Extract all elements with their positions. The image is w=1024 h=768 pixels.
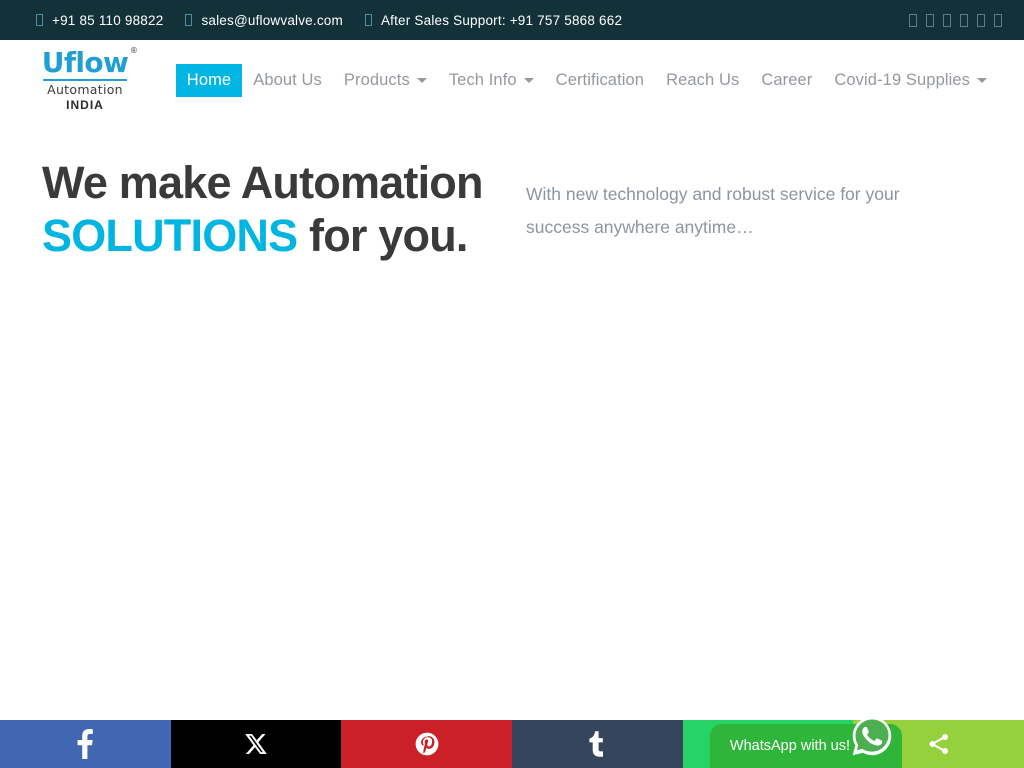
nav-item-certification-label: Certification: [555, 70, 645, 89]
share-button-pinterest[interactable]: [341, 720, 513, 768]
nav-item-products-label: Products: [343, 70, 410, 89]
nav-item-reach-us[interactable]: Reach Us: [655, 64, 750, 97]
hero-section: We make Automation SOLUTIONS for you. Wi…: [0, 120, 1024, 258]
facebook-icon: [77, 729, 94, 759]
hero-title: We make Automation SOLUTIONS for you.: [42, 160, 512, 258]
site-logo[interactable]: Uflow ® Automation INDIA: [41, 45, 138, 113]
whatsapp-chat-widget[interactable]: WhatsApp with us!: [709, 716, 902, 768]
share-button-tumblr[interactable]: [512, 720, 683, 768]
hero-title-accent: SOLUTIONS: [42, 210, 298, 261]
registered-trademark-icon: ®: [129, 45, 138, 55]
top-contact-bar: +91 85 110 98822 sales@uflowvalve.com Af…: [0, 0, 1024, 40]
headset-icon: [364, 14, 372, 26]
hero-subtitle: With new technology and robust service f…: [526, 184, 900, 238]
topbar-phone-text: +91 85 110 98822: [52, 12, 164, 28]
logo-subtitle: Automation: [47, 81, 123, 97]
hero-subtitle-block: With new technology and robust service f…: [512, 160, 984, 245]
nav-item-covid-19-supplies[interactable]: Covid-19 Supplies: [823, 64, 998, 97]
nav-item-tech-info[interactable]: Tech Info: [438, 64, 545, 97]
chevron-down-icon: [416, 77, 427, 83]
share-button-facebook[interactable]: [0, 720, 171, 768]
pinterest-icon[interactable]: [994, 13, 1002, 27]
linkedin-icon[interactable]: [943, 13, 951, 27]
instagram-icon[interactable]: [977, 13, 985, 27]
share-button-twitter-x[interactable]: [170, 720, 342, 768]
topbar-phone[interactable]: +91 85 110 98822: [36, 13, 163, 28]
topbar-after-sales-support[interactable]: After Sales Support: +91 757 5868 662: [364, 12, 623, 28]
hero-title-line2: SOLUTIONS for you.: [42, 213, 512, 258]
twitter-x-icon: [245, 734, 267, 754]
topbar-email[interactable]: sales@uflowvalve.com: [185, 13, 343, 28]
site-header: Uflow ® Automation INDIA Home About Us P…: [0, 40, 1024, 120]
main-navigation: Home About Us Products Tech Info Certifi…: [128, 63, 998, 97]
topbar-support-text: After Sales Support: +91 757 5868 662: [380, 12, 623, 28]
facebook-icon[interactable]: [909, 13, 917, 27]
nav-item-products[interactable]: Products: [333, 64, 438, 97]
share-icon: [929, 734, 948, 754]
logo-country: INDIA: [66, 98, 104, 113]
nav-item-about-us-label: About Us: [253, 70, 322, 89]
nav-item-certification[interactable]: Certification: [545, 64, 655, 97]
nav-item-home[interactable]: Home: [175, 63, 243, 97]
logo-wordmark: Uflow ®: [41, 45, 138, 79]
nav-item-reach-us-label: Reach Us: [666, 70, 740, 89]
envelope-icon: [185, 14, 193, 26]
youtube-icon[interactable]: [960, 13, 968, 27]
twitter-icon[interactable]: [926, 13, 934, 27]
hero-heading-block: We make Automation SOLUTIONS for you.: [42, 160, 512, 258]
hero-title-line1: We make Automation: [42, 157, 483, 208]
pinterest-icon: [415, 732, 439, 756]
tumblr-icon: [589, 731, 604, 757]
logo-divider: [43, 78, 127, 81]
nav-item-home-label: Home: [186, 70, 232, 89]
nav-item-covid-19-supplies-label: Covid-19 Supplies: [834, 70, 970, 89]
whatsapp-icon: [852, 716, 892, 756]
topbar-social-links: [909, 13, 1002, 27]
nav-item-career[interactable]: Career: [750, 64, 823, 97]
logo-word-text: Uflow: [41, 45, 129, 79]
chevron-down-icon: [523, 77, 534, 83]
chevron-down-icon: [977, 77, 987, 83]
nav-item-tech-info-label: Tech Info: [448, 70, 517, 89]
nav-item-about-us[interactable]: About Us: [242, 64, 333, 97]
phone-icon: [36, 14, 43, 26]
hero-title-tail: for you.: [297, 210, 468, 261]
nav-item-career-label: Career: [761, 70, 813, 89]
whatsapp-chat-label: WhatsApp with us!: [729, 738, 850, 754]
top-contact-list: +91 85 110 98822 sales@uflowvalve.com Af…: [36, 13, 909, 28]
topbar-email-text: sales@uflowvalve.com: [201, 12, 343, 28]
